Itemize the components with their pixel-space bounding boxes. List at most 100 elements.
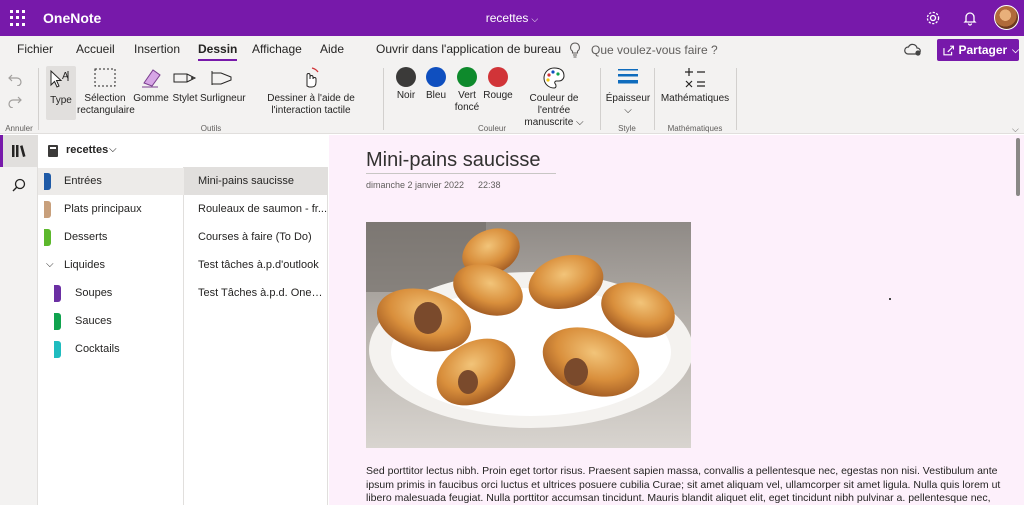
pen-icon (173, 73, 197, 83)
notebook-name: recettes (66, 144, 109, 156)
couleur-group-label: Couleur (477, 124, 506, 133)
chevron-down-icon: ⌵ (624, 105, 632, 116)
tab-insertion[interactable]: Insertion (134, 42, 180, 56)
outils-group-label: Outils (200, 124, 222, 133)
color-swatch-red (488, 67, 508, 87)
settings-icon[interactable] (925, 10, 941, 26)
color-black-label: Noir (396, 90, 416, 101)
style-group-label: Style (618, 124, 636, 133)
tab-dessin[interactable]: Dessin (198, 42, 238, 61)
section-color-tab (44, 201, 51, 218)
sausage-rolls-photo[interactable] (366, 222, 691, 448)
ink-color-label: Couleur de l'entrée manuscrite (524, 93, 579, 128)
tab-accueil[interactable]: Accueil (76, 42, 115, 56)
notebook-icon (48, 145, 58, 157)
pen-button[interactable]: Stylet (170, 66, 200, 105)
math-group-label: Mathématiques (667, 124, 723, 133)
pen-label: Stylet (172, 93, 198, 104)
section-color-tab (44, 173, 51, 190)
document-title-text[interactable]: recettes (486, 11, 529, 25)
section-soupes[interactable]: Soupes (38, 280, 184, 307)
type-cursor-icon: A (50, 69, 69, 88)
math-button[interactable]: Mathématiques (660, 66, 730, 105)
touch-draw-button[interactable]: Dessiner à l'aide de l'interaction tacti… (244, 66, 378, 117)
color-swatch-black (396, 67, 416, 87)
tell-me-input[interactable]: Que voulez-vous faire ? (591, 43, 718, 57)
tab-aide[interactable]: Aide (320, 42, 344, 56)
sync-status-icon[interactable] (904, 43, 922, 57)
chevron-down-icon: ⌵ (109, 144, 117, 155)
color-swatch-dark-green (457, 67, 477, 87)
highlighter-icon (211, 71, 232, 85)
share-button[interactable]: Partager ⌵ (937, 39, 1019, 61)
ink-color-button[interactable]: Couleur de l'entrée manuscrite ⌵ (514, 66, 594, 129)
sections-panel: Entrées Plats principaux Desserts ⌵ Liqui… (38, 135, 184, 505)
thickness-button[interactable]: Épaisseur ⌵ (605, 66, 651, 117)
ribbon-separator (654, 68, 655, 130)
undo-icon[interactable] (8, 74, 22, 86)
rect-select-button[interactable]: Sélection rectangulaire (77, 66, 135, 117)
touch-hand-icon (306, 67, 319, 88)
color-dark-green-button[interactable]: Vert foncé (452, 67, 482, 114)
search-icon[interactable] (12, 178, 26, 192)
page-item[interactable]: Test tâches à.p.d'outlook (184, 251, 327, 279)
canvas-scrollbar[interactable] (1016, 138, 1020, 196)
ribbon-collapse-icon[interactable]: ⌵ (1012, 124, 1019, 135)
color-blue-button[interactable]: Bleu (422, 67, 450, 102)
bell-icon[interactable] (962, 10, 978, 26)
page-item[interactable]: Rouleaux de saumon - fr... (184, 195, 327, 223)
notebook-switcher[interactable]: recettes ⌵ (38, 135, 328, 167)
math-label: Mathématiques (660, 93, 730, 104)
ribbon-separator (736, 68, 737, 130)
tab-fichier[interactable]: Fichier (17, 42, 53, 56)
type-tool-button[interactable]: A Type (46, 66, 76, 120)
ribbon-separator (38, 68, 39, 130)
page-date: dimanche 2 janvier 2022 (366, 180, 465, 190)
eraser-button[interactable]: Gomme (133, 66, 169, 105)
color-dark-green-label: Vert foncé (454, 90, 480, 113)
chevron-down-icon: ⌵ (1012, 44, 1019, 55)
lightbulb-icon (570, 42, 580, 58)
section-desserts[interactable]: Desserts (38, 224, 184, 251)
section-plats-principaux[interactable]: Plats principaux (38, 196, 184, 223)
ribbon-separator (600, 68, 601, 130)
page-item[interactable]: Test Tâches à.p.d. OneNo... (184, 279, 327, 307)
section-entrees[interactable]: Entrées (38, 168, 184, 195)
chevron-down-icon: ⌵ (46, 259, 54, 270)
eraser-label: Gomme (133, 93, 169, 104)
document-title[interactable]: recettes ⌵ (0, 11, 1024, 25)
section-color-tab (54, 313, 61, 330)
touch-draw-label: Dessiner à l'aide de l'interaction tacti… (267, 93, 355, 116)
section-group-liquides[interactable]: ⌵ Liquides (38, 252, 184, 279)
notebooks-rail-button[interactable] (0, 135, 38, 167)
page-item[interactable]: Mini-pains saucisse (184, 167, 327, 195)
page-item[interactable]: Courses à faire (To Do) (184, 223, 327, 251)
chevron-down-icon: ⌵ (531, 14, 539, 24)
tab-affichage[interactable]: Affichage (252, 42, 302, 56)
share-icon (943, 45, 955, 55)
color-red-button[interactable]: Rouge (483, 67, 513, 102)
open-desktop-app-link[interactable]: Ouvrir dans l'application de bureau (376, 42, 561, 56)
section-group-label: Liquides (64, 259, 105, 271)
redo-icon[interactable] (8, 96, 22, 108)
section-sauces[interactable]: Sauces (38, 308, 184, 335)
section-label: Soupes (75, 287, 113, 299)
section-cocktails[interactable]: Cocktails (38, 336, 184, 363)
title-bar: OneNote recettes ⌵ (0, 0, 1024, 36)
section-label: Entrées (64, 175, 102, 187)
color-black-button[interactable]: Noir (392, 67, 420, 102)
avatar[interactable] (994, 5, 1019, 30)
page-body-text[interactable]: Sed porttitor lectus nibh. Proin eget to… (366, 465, 1016, 505)
eraser-icon (142, 69, 161, 88)
color-blue-label: Bleu (425, 90, 446, 101)
highlighter-button[interactable]: Surligneur (200, 66, 246, 105)
highlighter-label: Surligneur (200, 93, 246, 104)
page-title[interactable]: Mini-pains saucisse (366, 149, 541, 172)
section-label: Sauces (75, 315, 112, 327)
section-label: Plats principaux (64, 203, 142, 215)
title-underline (366, 173, 556, 174)
page-canvas[interactable]: Mini-pains saucisse dimanche 2 janvier 2… (329, 135, 1024, 505)
undo-group-label: Annuler (5, 124, 33, 133)
color-red-label: Rouge (483, 90, 513, 101)
thickness-icon (618, 69, 638, 84)
